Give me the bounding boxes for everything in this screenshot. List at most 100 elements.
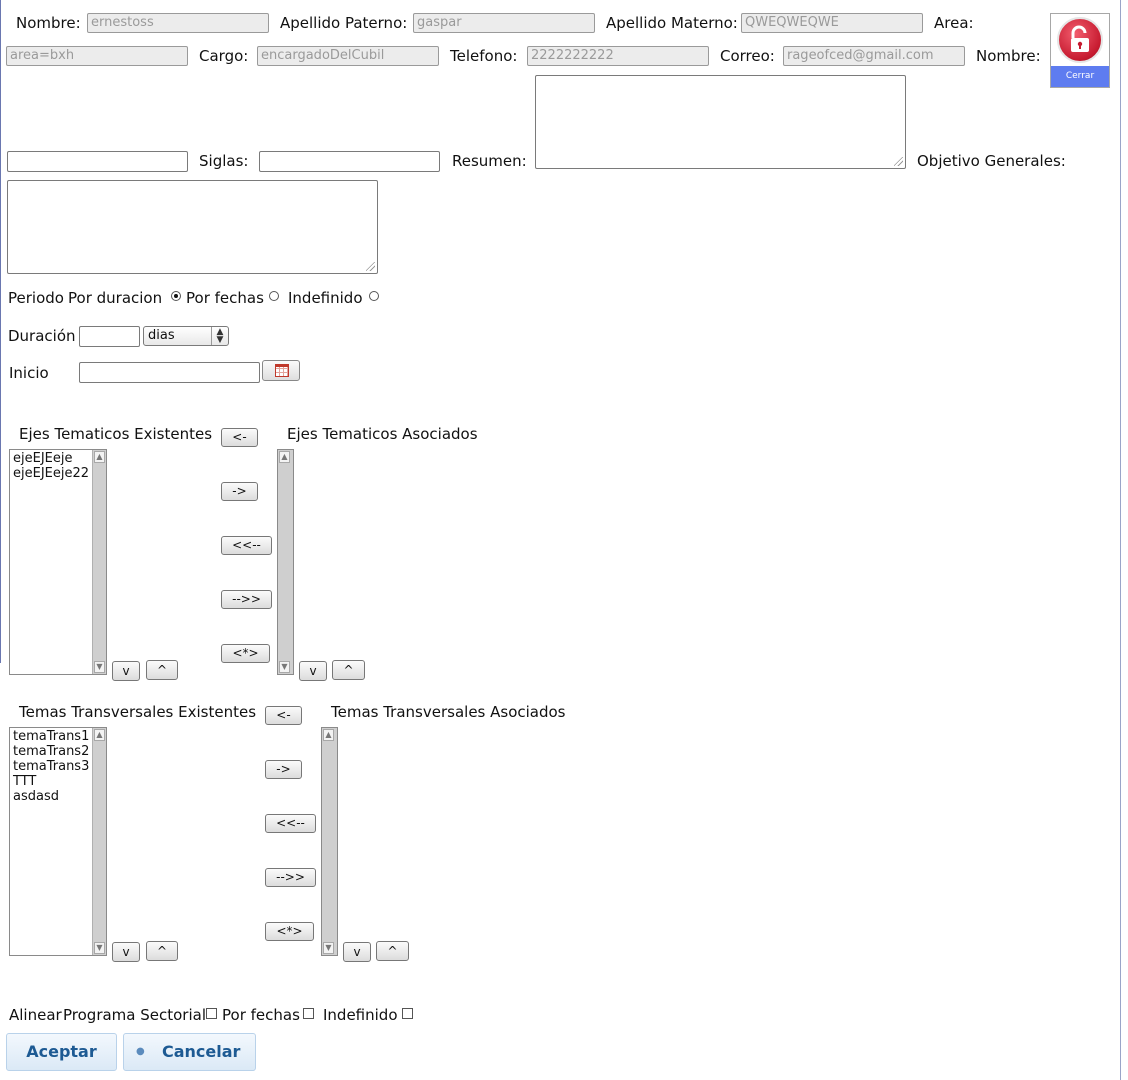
alinear-por-fechas-checkbox[interactable] <box>303 1008 314 1019</box>
resumen-label: Resumen: <box>452 152 527 170</box>
duracion-unit-value: dias <box>148 328 175 343</box>
window-left-border <box>0 0 1 663</box>
cargo-field: encargadoDelCubil <box>257 46 439 66</box>
list-item[interactable]: temaTrans1 <box>13 729 103 744</box>
user-nombre-label: Nombre: <box>16 14 81 32</box>
scroll-down-icon[interactable]: ▼ <box>94 942 105 954</box>
temas-star-button[interactable]: <*> <box>265 922 314 941</box>
scroll-up-icon[interactable]: ▲ <box>94 729 105 741</box>
por-fechas-label: Por fechas <box>186 289 264 307</box>
area-field: area=bxh <box>6 46 188 66</box>
ejes-asociados-list[interactable]: ▲ ▼ <box>277 449 294 675</box>
list-item[interactable]: ejeEJEeje <box>13 451 103 466</box>
scroll-up-icon[interactable]: ▲ <box>94 451 105 463</box>
list-item[interactable]: temaTrans3 <box>13 759 103 774</box>
scroll-down-icon[interactable]: ▼ <box>279 661 290 673</box>
scroll-up-icon[interactable]: ▲ <box>279 451 290 463</box>
calendar-button[interactable] <box>262 360 300 381</box>
temas-asociados-down-button[interactable]: v <box>343 942 371 962</box>
ejes-move-all-left-button[interactable]: <<-- <box>221 536 272 555</box>
correo-label: Correo: <box>720 47 775 65</box>
resize-grip-icon[interactable] <box>366 262 375 271</box>
temas-existentes-label: Temas Transversales Existentes <box>19 703 257 721</box>
scroll-down-icon[interactable]: ▼ <box>323 942 334 954</box>
scrollbar[interactable]: ▲ ▼ <box>322 728 337 955</box>
scroll-up-icon[interactable]: ▲ <box>323 729 334 741</box>
nombre-programa-input[interactable] <box>7 151 188 172</box>
ejes-star-button[interactable]: <*> <box>221 644 270 663</box>
temas-move-all-right-button[interactable]: -->> <box>265 868 316 887</box>
temas-existentes-list[interactable]: temaTrans1 temaTrans2 temaTrans3 TTT asd… <box>9 727 107 956</box>
unlock-icon <box>1057 17 1103 63</box>
apellido-materno-label: Apellido Materno: <box>606 14 738 32</box>
temas-move-right-button[interactable]: -> <box>265 760 302 779</box>
apellido-paterno-label: Apellido Paterno: <box>280 14 408 32</box>
area-label: Area: <box>934 14 974 32</box>
ejes-asociados-up-button[interactable]: ^ <box>332 660 365 680</box>
alinear-label: Alinear <box>9 1006 62 1024</box>
scrollbar[interactable]: ▲ ▼ <box>92 728 106 955</box>
resumen-textarea[interactable] <box>535 75 906 169</box>
logout-button[interactable]: Cerrar sesión. <box>1050 13 1110 102</box>
bullet-icon: ● <box>136 1046 145 1057</box>
user-nombre-field: ernestoss <box>87 13 269 33</box>
cancelar-button[interactable]: ● Cancelar <box>123 1033 256 1071</box>
alinear-indefinido-label: Indefinido <box>323 1006 398 1024</box>
indefinido-radio[interactable] <box>369 291 379 301</box>
correo-field: rageofced@gmail.com <box>783 46 965 66</box>
ejes-move-all-right-button[interactable]: -->> <box>221 590 272 609</box>
ejes-existentes-up-button[interactable]: ^ <box>146 660 178 680</box>
list-item[interactable]: temaTrans2 <box>13 744 103 759</box>
por-duracion-label: Por duracion <box>68 289 163 307</box>
cargo-label: Cargo: <box>199 47 249 65</box>
list-item[interactable]: TTT <box>13 774 103 789</box>
programa-sectorial-checkbox[interactable] <box>206 1008 217 1019</box>
scrollbar[interactable]: ▲ ▼ <box>278 450 293 674</box>
scroll-down-icon[interactable]: ▼ <box>94 661 105 673</box>
telefono-label: Telefono: <box>450 47 518 65</box>
indefinido-label: Indefinido <box>288 289 363 307</box>
ejes-asociados-label: Ejes Tematicos Asociados <box>287 425 478 443</box>
cancelar-label: Cancelar <box>162 1042 241 1061</box>
ejes-existentes-list[interactable]: ejeEJEeje ejeEJEeje22 ▲ ▼ <box>9 449 107 675</box>
temas-move-all-left-button[interactable]: <<-- <box>265 814 316 833</box>
scrollbar[interactable]: ▲ ▼ <box>92 450 106 674</box>
periodo-label: Periodo <box>8 289 64 307</box>
calendar-icon <box>275 364 289 377</box>
ejes-move-right-button[interactable]: -> <box>221 482 258 501</box>
ejes-existentes-down-button[interactable]: v <box>112 661 140 681</box>
por-fechas-radio[interactable] <box>269 291 279 301</box>
temas-asociados-list[interactable]: ▲ ▼ <box>321 727 338 956</box>
apellido-paterno-field: gaspar <box>413 13 595 33</box>
duracion-label: Duración <box>8 327 76 345</box>
inicio-label: Inicio <box>9 364 49 382</box>
temas-move-left-button[interactable]: <- <box>265 706 302 725</box>
duracion-unit-select[interactable]: dias ▲ ▼ <box>143 326 229 346</box>
duracion-input[interactable] <box>79 326 140 347</box>
ejes-move-left-button[interactable]: <- <box>221 428 258 447</box>
ejes-existentes-label: Ejes Tematicos Existentes <box>19 425 213 443</box>
list-item[interactable]: asdasd <box>13 789 103 804</box>
temas-existentes-down-button[interactable]: v <box>112 942 140 962</box>
nombre-programa-label: Nombre: <box>976 47 1041 65</box>
aceptar-label: Aceptar <box>26 1042 97 1061</box>
temas-asociados-label: Temas Transversales Asociados <box>331 703 566 721</box>
telefono-field: 2222222222 <box>527 46 709 66</box>
window-right-border <box>1120 0 1121 1080</box>
resize-grip-icon[interactable] <box>894 157 903 166</box>
chevron-updown-icon: ▲ ▼ <box>211 327 228 345</box>
objetivo-textarea[interactable] <box>7 180 378 274</box>
ejes-asociados-down-button[interactable]: v <box>299 661 327 681</box>
temas-asociados-up-button[interactable]: ^ <box>376 941 409 961</box>
objetivo-label: Objetivo Generales: <box>917 152 1066 170</box>
temas-existentes-up-button[interactable]: ^ <box>146 941 178 961</box>
siglas-label: Siglas: <box>199 152 249 170</box>
list-item[interactable]: ejeEJEeje22 <box>13 466 103 481</box>
logout-label: Cerrar sesión. <box>1051 66 1109 102</box>
apellido-materno-field: QWEQWEQWE <box>741 13 923 33</box>
alinear-indefinido-checkbox[interactable] <box>402 1008 413 1019</box>
por-duracion-radio[interactable] <box>171 291 181 301</box>
inicio-date-input[interactable] <box>79 362 260 383</box>
aceptar-button[interactable]: Aceptar <box>6 1033 117 1071</box>
siglas-input[interactable] <box>259 151 440 172</box>
